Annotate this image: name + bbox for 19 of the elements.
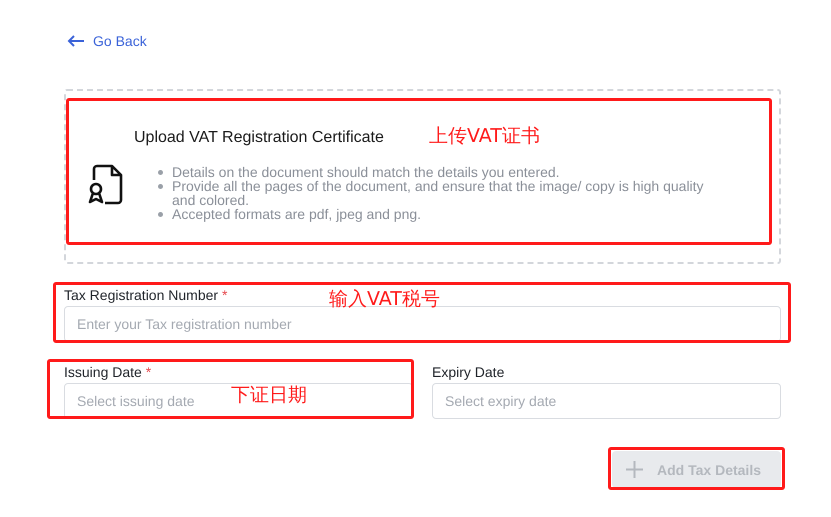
field-label: Expiry Date [432,364,504,382]
plus-icon [626,461,643,478]
requirement-text: Provide all the pages of the document, and ensure that the image/ copy is high quality and colored. [172,178,705,206]
bullet-icon [158,170,163,174]
go-back-link[interactable]: Go Back [67,33,147,49]
back-arrow-icon [67,35,85,47]
field-label: Issuing Date * [64,364,152,382]
annotation-label: 上传VAT证书 [429,124,540,149]
annotation-label: 下证日期 [231,383,307,408]
requirement-text: Accepted formats are pdf, jpeg and png. [172,206,422,220]
upload-title: Upload VAT Registration Certificate [134,128,384,146]
bullet-icon [158,212,163,216]
certificate-icon [88,162,124,204]
annotation-label: 输入VAT税号 [329,290,440,309]
field-label: Tax Registration Number * [64,287,228,305]
bullet-icon [158,184,163,188]
input-field[interactable]: Select expiry date [432,383,781,419]
upload-dropzone[interactable] [64,89,781,264]
requirement-text: Details on the document should match the details you entered. [172,164,560,178]
